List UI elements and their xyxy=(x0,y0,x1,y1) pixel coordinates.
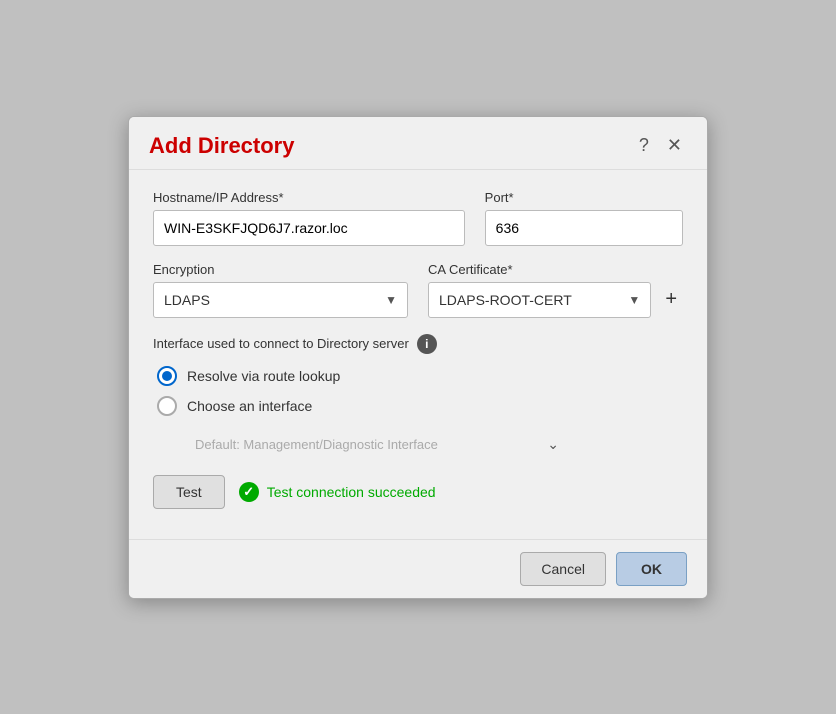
interface-section: Interface used to connect to Directory s… xyxy=(153,334,683,457)
add-directory-dialog: Add Directory ? ✕ Hostname/IP Address* P… xyxy=(128,116,708,599)
interface-dropdown[interactable]: Default: Management/Diagnostic Interface… xyxy=(187,432,567,457)
hostname-input[interactable] xyxy=(153,210,465,246)
test-success-message: ✓ Test connection succeeded xyxy=(239,482,436,502)
interface-label-row: Interface used to connect to Directory s… xyxy=(153,334,683,354)
dialog-header: Add Directory ? ✕ xyxy=(129,117,707,170)
interface-dropdown-row: Default: Management/Diagnostic Interface… xyxy=(187,432,683,457)
dialog-body: Hostname/IP Address* Port* Encryption No… xyxy=(129,170,707,539)
encryption-select-wrapper: None LDAP LDAPS ▼ xyxy=(153,282,408,318)
encryption-group: Encryption None LDAP LDAPS ▼ xyxy=(153,262,408,318)
radio-resolve[interactable]: Resolve via route lookup xyxy=(157,366,683,386)
port-group: Port* xyxy=(485,190,683,246)
header-icons: ? ✕ xyxy=(634,133,687,158)
radio-choose-circle xyxy=(157,396,177,416)
ok-button[interactable]: OK xyxy=(616,552,687,586)
encryption-select[interactable]: None LDAP LDAPS xyxy=(154,283,407,317)
hostname-port-row: Hostname/IP Address* Port* xyxy=(153,190,683,246)
interface-chevron-icon: ⌄ xyxy=(547,436,559,453)
success-icon: ✓ xyxy=(239,482,259,502)
radio-choose-label: Choose an interface xyxy=(187,398,312,414)
ca-cert-label: CA Certificate* xyxy=(428,262,683,277)
port-input[interactable] xyxy=(485,210,683,246)
add-ca-cert-button[interactable]: + xyxy=(659,282,683,318)
dialog-footer: Cancel OK xyxy=(129,539,707,598)
radio-resolve-inner xyxy=(162,371,172,381)
radio-group: Resolve via route lookup Choose an inter… xyxy=(153,366,683,457)
cancel-button[interactable]: Cancel xyxy=(520,552,606,586)
close-button[interactable]: ✕ xyxy=(662,133,687,158)
test-row: Test ✓ Test connection succeeded xyxy=(153,475,683,509)
ca-cert-group: CA Certificate* LDAPS-ROOT-CERT ▼ + xyxy=(428,262,683,318)
encryption-label: Encryption xyxy=(153,262,408,277)
hostname-label: Hostname/IP Address* xyxy=(153,190,465,205)
radio-resolve-label: Resolve via route lookup xyxy=(187,368,340,384)
info-icon: i xyxy=(417,334,437,354)
ca-cert-select-group: LDAPS-ROOT-CERT ▼ xyxy=(428,282,651,318)
port-label: Port* xyxy=(485,190,683,205)
ca-cert-row: LDAPS-ROOT-CERT ▼ + xyxy=(428,282,683,318)
ca-cert-select[interactable]: LDAPS-ROOT-CERT xyxy=(429,283,650,317)
interface-dropdown-placeholder: Default: Management/Diagnostic Interface xyxy=(195,437,438,452)
encryption-ca-row: Encryption None LDAP LDAPS ▼ CA Certific… xyxy=(153,262,683,318)
help-button[interactable]: ? xyxy=(634,133,654,158)
interface-section-label: Interface used to connect to Directory s… xyxy=(153,336,409,351)
radio-resolve-circle xyxy=(157,366,177,386)
ca-cert-select-wrapper: LDAPS-ROOT-CERT ▼ xyxy=(428,282,651,318)
hostname-group: Hostname/IP Address* xyxy=(153,190,465,246)
test-success-text: Test connection succeeded xyxy=(267,484,436,500)
dialog-title: Add Directory xyxy=(149,133,294,159)
radio-choose[interactable]: Choose an interface xyxy=(157,396,683,416)
test-button[interactable]: Test xyxy=(153,475,225,509)
